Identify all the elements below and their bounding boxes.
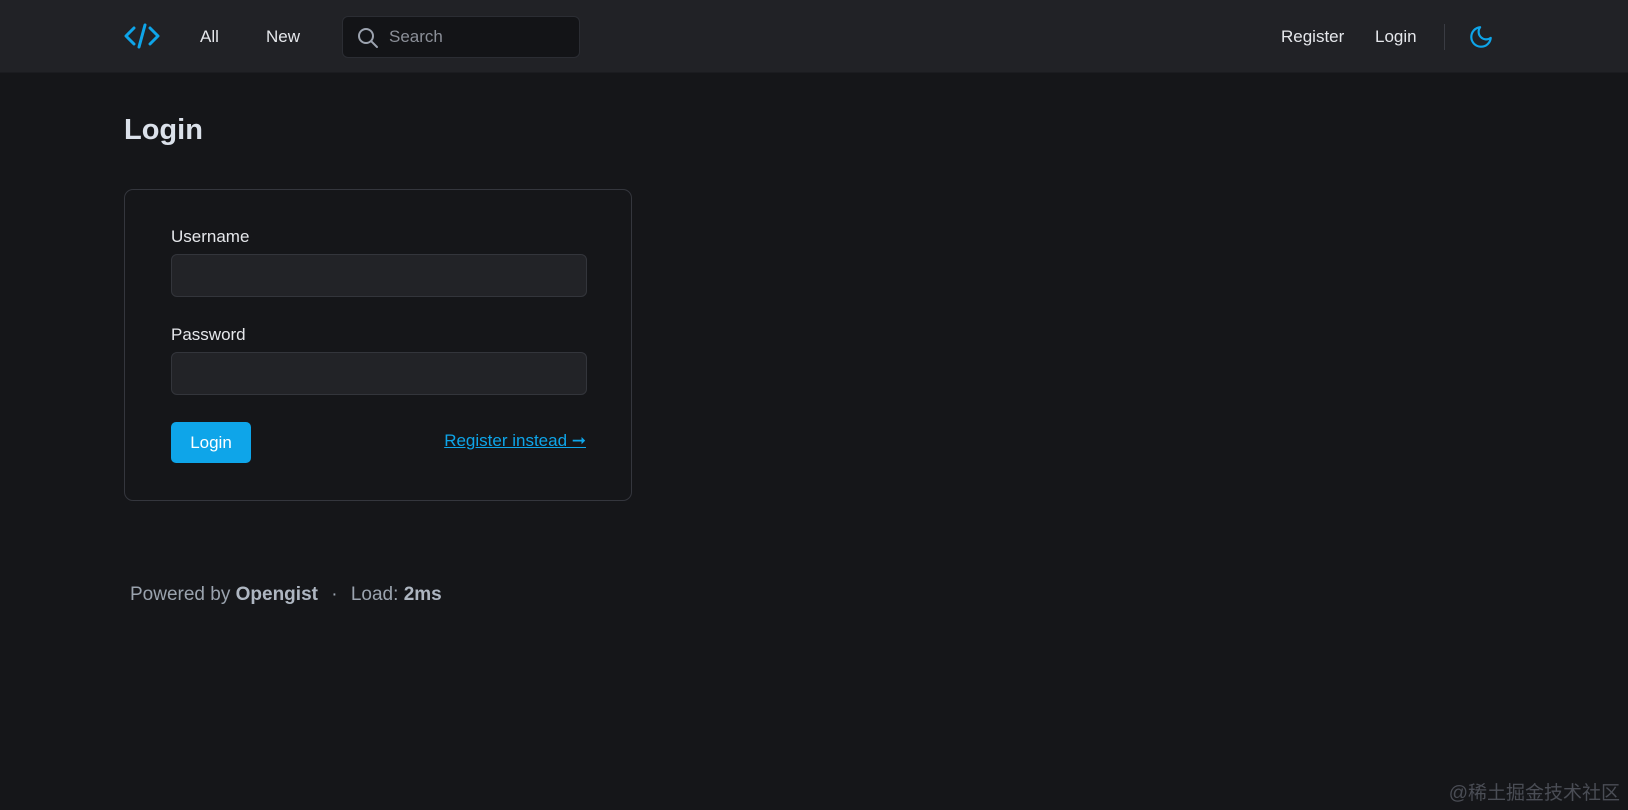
password-input[interactable] (171, 352, 587, 395)
top-navigation-bar: All New Register Login (0, 0, 1628, 73)
search-icon (357, 27, 379, 49)
code-brackets-icon[interactable] (124, 20, 160, 52)
moon-icon[interactable] (1468, 24, 1494, 50)
username-input[interactable] (171, 254, 587, 297)
footer-powered-by: Powered by (130, 584, 231, 605)
footer-load-value: 2ms (403, 584, 442, 605)
login-button[interactable]: Login (171, 422, 251, 463)
nav-link-login[interactable]: Login (1375, 0, 1417, 73)
nav-divider (1444, 24, 1445, 50)
password-label: Password (171, 325, 246, 344)
nav-link-new[interactable]: New (266, 0, 300, 73)
search-input[interactable] (387, 17, 573, 57)
footer-separator: · (331, 584, 338, 605)
login-form-card: Username Password Login Register instead… (124, 189, 632, 501)
register-instead-link[interactable]: Register instead ➞ (444, 431, 586, 451)
footer-load-label: Load: (350, 584, 399, 605)
search-box[interactable] (342, 16, 580, 58)
nav-link-register[interactable]: Register (1281, 0, 1344, 73)
watermark: @稀土掘金技术社区 (1448, 783, 1620, 804)
nav-link-all[interactable]: All (200, 0, 219, 73)
footer-app-name[interactable]: Opengist (236, 584, 318, 605)
username-label: Username (171, 227, 250, 246)
footer: Powered by Opengist · Load: 2ms (130, 584, 442, 606)
page-title: Login (124, 114, 203, 146)
